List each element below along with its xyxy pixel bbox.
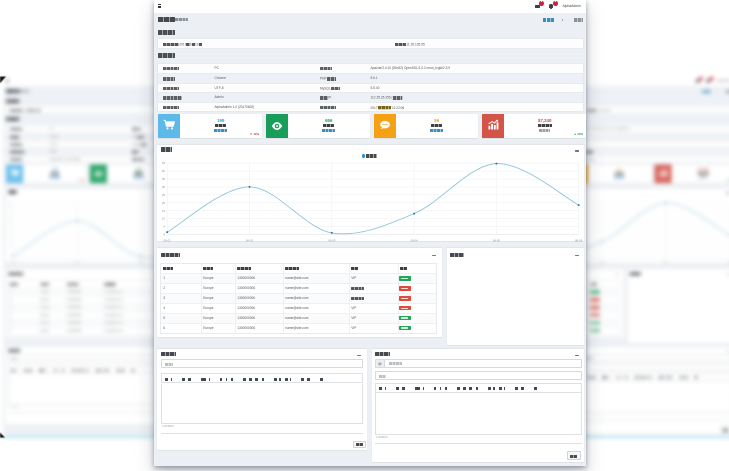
svg-text:06-02: 06-02 [245, 239, 253, 243]
svg-text:0: 0 [163, 233, 165, 237]
svg-text:10: 10 [161, 217, 165, 221]
svg-text:06-01: 06-01 [163, 239, 171, 243]
svg-text:35: 35 [161, 177, 165, 181]
svg-text:15: 15 [161, 209, 165, 213]
svg-text:15: 15 [9, 240, 12, 242]
svg-text:10: 10 [9, 246, 12, 248]
svg-text:20: 20 [161, 201, 165, 205]
svg-text:5: 5 [10, 252, 12, 254]
svg-text:20: 20 [9, 233, 12, 235]
svg-text:06-05: 06-05 [492, 239, 500, 243]
svg-text:40: 40 [161, 169, 165, 173]
svg-text:45: 45 [161, 161, 165, 165]
svg-text:0: 0 [10, 258, 12, 260]
svg-text:06-04: 06-04 [410, 239, 418, 243]
svg-text:06-05: 06-05 [663, 262, 669, 264]
svg-text:06-04: 06-04 [599, 262, 605, 264]
svg-text:40: 40 [9, 209, 12, 211]
svg-text:5: 5 [163, 225, 165, 229]
svg-text:30: 30 [161, 185, 165, 189]
svg-text:45: 45 [9, 203, 12, 205]
svg-text:25: 25 [9, 227, 12, 229]
svg-text:06-01: 06-01 [10, 262, 16, 264]
svg-text:25: 25 [161, 193, 165, 197]
svg-text:06-02: 06-02 [74, 262, 80, 264]
svg-text:30: 30 [9, 221, 12, 223]
svg-text:06-06: 06-06 [575, 239, 583, 243]
svg-text:06-03: 06-03 [328, 239, 336, 243]
svg-text:06-03: 06-03 [138, 262, 144, 264]
svg-text:35: 35 [9, 215, 12, 217]
